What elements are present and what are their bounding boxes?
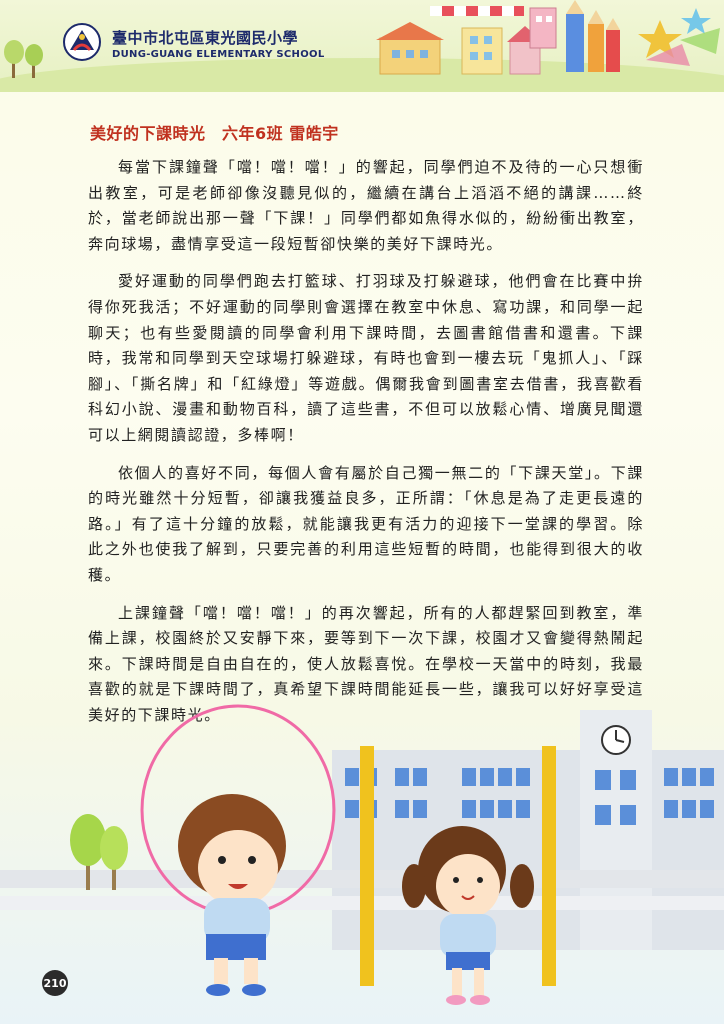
awning-illustration xyxy=(430,6,524,16)
page-number-badge: 210 xyxy=(42,970,68,996)
article-body: 每當下課鐘聲「噹！噹！噹！」的響起，同學們迫不及待的一心只想衝出教室，可是老師卻… xyxy=(88,155,644,740)
school-name-chinese: 臺中市北屯區東光國民小學 xyxy=(112,29,299,47)
article-paragraph: 每當下課鐘聲「噹！噹！噹！」的響起，同學們迫不及待的一心只想衝出教室，可是老師卻… xyxy=(88,158,644,253)
school-logo-icon xyxy=(63,23,101,61)
playground-illustration xyxy=(0,704,724,1005)
tree-icon xyxy=(4,40,43,78)
pencils-illustration xyxy=(566,0,620,72)
buildings-illustration xyxy=(376,7,557,75)
boy-character-illustration xyxy=(178,794,286,996)
article-title: 美好的下課時光 六年6班 雷皓宇 xyxy=(90,124,339,143)
article-paragraph: 依個人的喜好不同，每個人會有屬於自己獨一無二的「下課天堂」。下課的時光雖然十分短… xyxy=(88,463,644,584)
page-header: 臺中市北屯區東光國民小學 DUNG-GUANG ELEMENTARY SCHOO… xyxy=(0,0,724,92)
header-illustration xyxy=(4,0,720,78)
article-paragraph: 愛好運動的同學們跑去打籃球、打羽球及打躲避球，他們會在比賽中拚得你死我活；不好運… xyxy=(88,272,644,444)
school-name-english: DUNG-GUANG ELEMENTARY SCHOOL xyxy=(112,49,325,60)
stars-illustration xyxy=(638,8,720,66)
